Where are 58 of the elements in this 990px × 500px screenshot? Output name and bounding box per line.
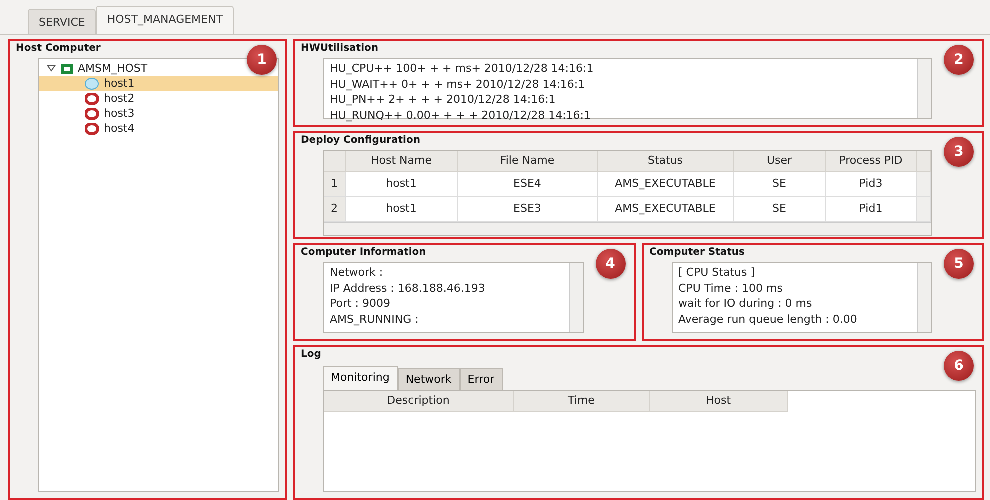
tab[interactable]: Network bbox=[398, 368, 460, 390]
tab[interactable]: HOST_MANAGEMENT bbox=[96, 6, 234, 34]
text-line: [ CPU Status ] bbox=[678, 265, 756, 280]
table-corner bbox=[324, 151, 346, 172]
text-line: Average run queue length : 0.00 bbox=[678, 312, 858, 327]
text-line: HU_PN++ 2+ + + + 2010/12/28 14:16:1 bbox=[330, 92, 557, 108]
tab[interactable]: Monitoring bbox=[323, 366, 398, 390]
panel-title: Deploy Configuration bbox=[301, 135, 422, 146]
status-stopped-icon bbox=[85, 122, 99, 134]
column-header: Status bbox=[598, 151, 734, 172]
status-running-icon bbox=[85, 78, 99, 90]
table-cell: AMS_EXECUTABLE bbox=[598, 172, 734, 197]
number-badge: 1 bbox=[247, 45, 277, 75]
tree-item[interactable]: host3 bbox=[39, 106, 278, 121]
text-line: CPU Time : 100 ms bbox=[678, 280, 784, 296]
panel-title: Log bbox=[301, 349, 322, 360]
number-badge: 5 bbox=[944, 249, 974, 279]
text-line: wait for IO during : 0 ms bbox=[678, 296, 814, 312]
text-line: HU_CPU++ 100+ + + ms+ 2010/12/28 14:16:1 bbox=[330, 61, 595, 76]
status-stopped-icon bbox=[85, 92, 99, 104]
tree-item[interactable]: host4 bbox=[39, 121, 278, 136]
host-group-icon bbox=[61, 64, 73, 74]
number-badge: 2 bbox=[944, 45, 974, 75]
table-cell: ESE4 bbox=[458, 172, 598, 197]
scrollbar bbox=[917, 263, 931, 332]
text-line: Port : 9009 bbox=[330, 296, 392, 312]
tree-item[interactable]: host2 bbox=[39, 91, 278, 106]
text-line: Network : bbox=[330, 265, 384, 280]
scrollbar bbox=[917, 59, 931, 118]
table-cell: host1 bbox=[346, 172, 458, 197]
column-header: Description bbox=[324, 391, 514, 412]
column-header: File Name bbox=[458, 151, 598, 172]
table-cell: SE bbox=[734, 172, 826, 197]
panel-title: Computer Information bbox=[301, 247, 428, 258]
text-line: HU_RUNQ++ 0.00+ + + + 2010/12/28 14:16:1 bbox=[330, 108, 592, 123]
row-number: 1 bbox=[324, 172, 346, 197]
tab[interactable]: SERVICE bbox=[28, 9, 96, 34]
scrollbar bbox=[917, 172, 931, 197]
number-badge: 6 bbox=[944, 351, 974, 381]
panel-title: Host Computer bbox=[16, 43, 102, 54]
panel-title: Computer Status bbox=[650, 247, 746, 258]
text-line: AMS_RUNNING : bbox=[330, 312, 420, 327]
tree-item[interactable]: host1 bbox=[39, 76, 278, 91]
column-header: Time bbox=[514, 391, 650, 412]
text-line: IP Address : 168.188.46.193 bbox=[330, 280, 486, 296]
number-badge: 4 bbox=[596, 249, 626, 279]
column-header: Host Name bbox=[346, 151, 458, 172]
status-stopped-icon bbox=[85, 108, 99, 120]
number-badge: 3 bbox=[944, 137, 974, 167]
column-header: User bbox=[734, 151, 826, 172]
scrollbar bbox=[568, 263, 582, 332]
panel-title: HWUtilisation bbox=[301, 43, 380, 54]
text-line: HU_WAIT++ 0+ + + ms+ 2010/12/28 14:16:1 bbox=[330, 76, 586, 92]
table-corner bbox=[917, 151, 931, 172]
column-header: Process PID bbox=[826, 151, 917, 172]
tab[interactable]: Error bbox=[460, 368, 503, 390]
column-header: Host bbox=[650, 391, 788, 412]
row-number: 2 bbox=[324, 197, 346, 222]
